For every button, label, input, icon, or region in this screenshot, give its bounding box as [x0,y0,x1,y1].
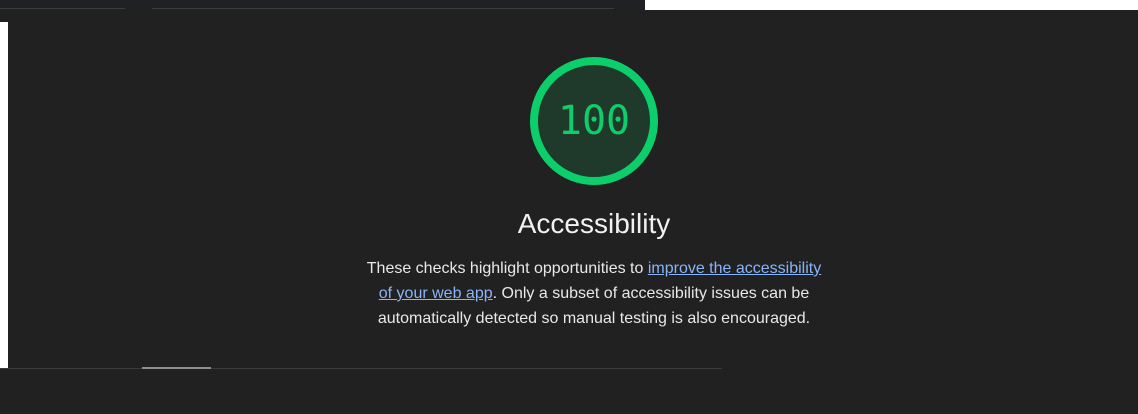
toolbar-divider [0,8,125,9]
toolbar-divider [152,8,614,9]
score-gauge: 100 [527,54,661,188]
section-divider [0,368,722,369]
score-value: 100 [557,98,631,144]
top-right-region [645,0,1138,10]
left-edge-region [0,22,8,368]
category-title: Accessibility [517,208,671,239]
category-description: These checks highlight opportunities to … [364,256,824,331]
active-tab-indicator [142,367,211,369]
lighthouse-report-panel: 100 Accessibility These checks highlight… [0,0,1138,414]
description-text: These checks highlight opportunities to [366,260,648,277]
